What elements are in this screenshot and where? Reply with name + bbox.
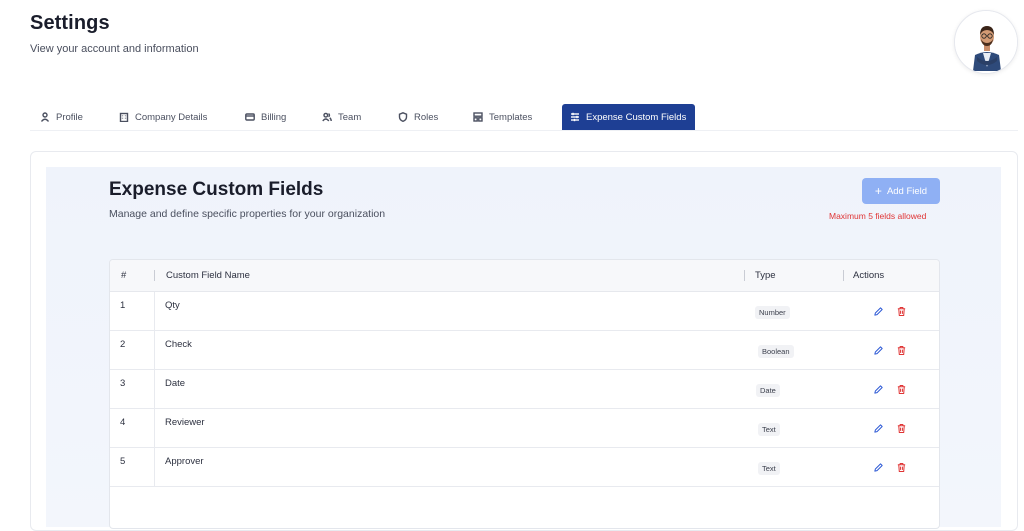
column-header-name: Custom Field Name — [166, 270, 250, 281]
field-name: Approver — [165, 456, 204, 467]
field-name: Qty — [165, 300, 180, 311]
page-header: Settings View your account and informati… — [30, 12, 199, 55]
tab-team[interactable]: Team — [314, 104, 369, 130]
edit-icon[interactable] — [873, 345, 884, 356]
tab-label: Company Details — [135, 111, 208, 123]
settings-tabs: Profile Company Details Billing Team Rol… — [30, 104, 1018, 131]
edit-icon[interactable] — [873, 423, 884, 434]
column-divider — [154, 270, 155, 281]
table-row: 1 Qty Number — [110, 292, 939, 331]
tab-label: Expense Custom Fields — [586, 111, 687, 123]
field-limit-note: Maximum 5 fields allowed — [829, 211, 927, 221]
tab-label: Billing — [261, 111, 287, 123]
tab-billing[interactable]: Billing — [237, 104, 294, 130]
row-index: 4 — [120, 417, 126, 428]
tab-profile[interactable]: Profile — [32, 104, 91, 130]
type-badge: Text — [758, 462, 780, 475]
avatar-image — [955, 11, 1017, 73]
tab-label: Templates — [489, 111, 533, 123]
column-header-actions: Actions — [853, 270, 885, 281]
tab-label: Roles — [414, 111, 439, 123]
table-row: 4 Reviewer Text — [110, 409, 939, 448]
type-badge: Date — [756, 384, 780, 397]
credit-card-icon — [245, 113, 255, 121]
user-icon — [40, 112, 50, 122]
tab-label: Team — [338, 111, 362, 123]
sliders-icon — [571, 112, 579, 122]
edit-icon[interactable] — [873, 462, 884, 473]
building-icon — [119, 112, 129, 122]
table-row: 3 Date Date — [110, 370, 939, 409]
add-field-button[interactable]: + Add Field — [862, 178, 940, 204]
avatar[interactable] — [954, 10, 1018, 74]
delete-icon[interactable] — [896, 306, 907, 317]
edit-icon[interactable] — [873, 306, 884, 317]
tab-label: Profile — [56, 111, 83, 123]
row-index: 1 — [120, 300, 126, 311]
row-index: 5 — [120, 456, 126, 467]
delete-icon[interactable] — [896, 423, 907, 434]
delete-icon[interactable] — [896, 462, 907, 473]
column-divider — [744, 270, 745, 281]
type-badge: Number — [755, 306, 790, 319]
template-icon — [473, 112, 483, 122]
table-row: 5 Approver Text — [110, 448, 939, 487]
page-subtitle: View your account and information — [30, 43, 199, 55]
tab-templates[interactable]: Templates — [465, 104, 540, 130]
shield-icon — [398, 112, 408, 122]
add-field-label: Add Field — [886, 185, 928, 197]
field-name: Reviewer — [165, 417, 205, 428]
table-row: 2 Check Boolean — [110, 331, 939, 370]
plus-icon: + — [874, 184, 882, 198]
type-badge: Boolean — [758, 345, 794, 358]
users-icon — [322, 112, 332, 122]
table-header: # Custom Field Name Type Actions — [110, 260, 939, 292]
edit-icon[interactable] — [873, 384, 884, 395]
column-header-index: # — [121, 270, 127, 281]
type-badge: Text — [758, 423, 780, 436]
row-index: 2 — [120, 339, 126, 350]
tab-company-details[interactable]: Company Details — [111, 104, 215, 130]
column-divider — [843, 270, 844, 281]
section-subtitle: Manage and define specific properties fo… — [109, 208, 386, 220]
column-header-type: Type — [755, 270, 776, 281]
delete-icon[interactable] — [896, 345, 907, 356]
row-index: 3 — [120, 378, 126, 389]
section-title: Expense Custom Fields — [109, 179, 324, 200]
field-name: Date — [165, 378, 186, 389]
page-title: Settings — [30, 12, 110, 34]
custom-fields-table: # Custom Field Name Type Actions 1 Qty Num… — [109, 259, 940, 529]
delete-icon[interactable] — [896, 384, 907, 395]
field-name: Check — [165, 339, 192, 350]
tab-roles[interactable]: Roles — [390, 104, 446, 130]
tab-expense-custom-fields[interactable]: Expense Custom Fields — [562, 104, 695, 130]
